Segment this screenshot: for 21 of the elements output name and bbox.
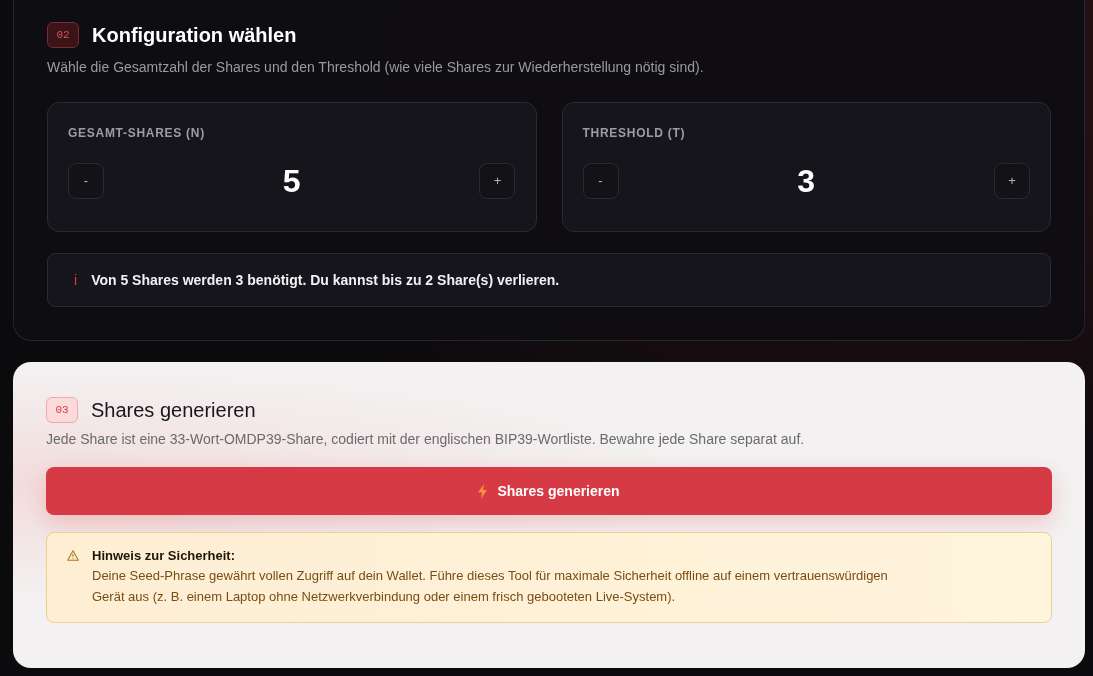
info-marker: i: [74, 271, 78, 289]
step-badge: 02: [47, 22, 79, 48]
decrement-button[interactable]: -: [68, 163, 104, 199]
info-text: Von 5 Shares werden 3 benötigt. Du kannst bis zu 2 Share(s) verlieren.: [91, 271, 560, 289]
notice-title: Hinweis zur Sicherheit:: [92, 547, 237, 565]
section-title: Konfiguration wählen: [92, 23, 297, 48]
lightning-icon: [478, 483, 488, 499]
warning-icon: [67, 550, 79, 561]
counter-label: GESAMT-SHARES (N): [68, 125, 206, 141]
counter-label: THRESHOLD (T): [582, 125, 687, 141]
increment-button[interactable]: +: [479, 163, 516, 199]
generate-button[interactable]: Shares generieren: [46, 467, 1052, 515]
section-description: Jede Share ist eine 33-Wort-OMDP39-Share, codiert mit der englischen BIP39-Wortliste. Bewahre jede Share separat auf.: [46, 430, 806, 448]
step-badge: 03: [46, 397, 78, 423]
counter-value: 5: [282, 162, 301, 201]
section-title: Shares generieren: [91, 398, 256, 423]
notice-text: Deine Seed-Phrase gewährt vollen Zugriff auf dein Wallet. Führe dieses Tool für maximale Sicherheit offline auf einem vertrauenswürdigen Gerät aus (z. B. einem Laptop ohne Netzwerkverbindung oder einem frisch gebooteten Live-System).: [92, 567, 889, 606]
section-description: Wähle die Gesamtzahl der Shares und den Threshold (wie viele Shares zur Wiederherstellung nötig sind).: [47, 58, 705, 76]
counter-value: 3: [797, 162, 816, 201]
decrement-button[interactable]: -: [582, 163, 619, 199]
increment-button[interactable]: +: [994, 163, 1030, 199]
